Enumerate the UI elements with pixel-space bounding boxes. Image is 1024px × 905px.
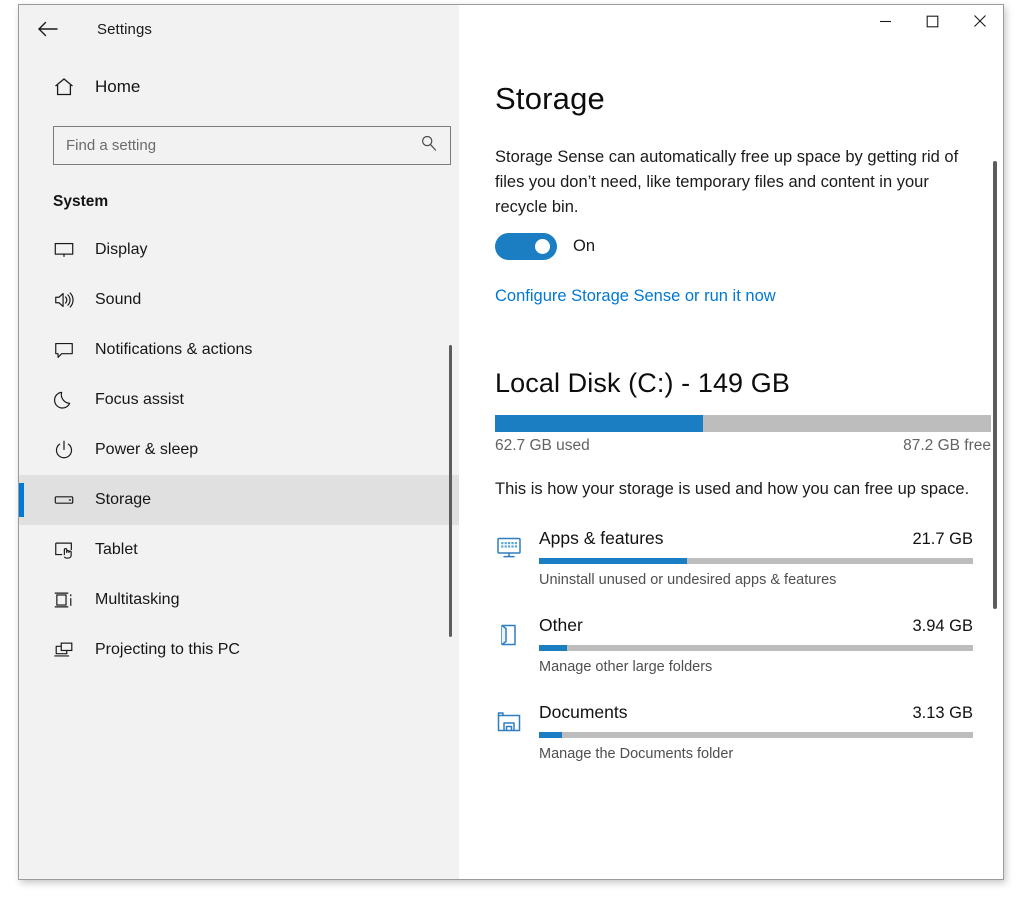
maximize-button[interactable]: [909, 5, 956, 37]
sidebar-item-storage[interactable]: Storage: [19, 475, 459, 525]
documents-folder-icon: [495, 702, 539, 762]
configure-storage-sense-link[interactable]: Configure Storage Sense or run it now: [495, 287, 776, 306]
window-controls: [459, 5, 1003, 53]
sidebar-item-projecting[interactable]: Projecting to this PC: [19, 625, 459, 675]
category-size: 3.13 GB: [912, 704, 973, 722]
category-bar: [539, 645, 973, 651]
category-bar: [539, 732, 973, 738]
sidebar-item-label: Display: [95, 241, 148, 258]
search-input[interactable]: [54, 126, 408, 165]
storage-category-row[interactable]: Other 3.94 GB Manage other large folders: [495, 615, 1003, 675]
window-body: Home System: [19, 53, 1003, 879]
storage-category-row[interactable]: Apps & features 21.7 GB Uninstall unused…: [495, 528, 1003, 588]
sidebar-item-focus-assist[interactable]: Focus assist: [19, 375, 459, 425]
chat-bubble-icon: [53, 339, 87, 361]
power-icon: [53, 439, 87, 461]
sidebar-item-label: Storage: [95, 491, 152, 508]
category-bar-fill: [539, 645, 568, 651]
sidebar-item-power-sleep[interactable]: Power & sleep: [19, 425, 459, 475]
back-arrow-icon[interactable]: [25, 5, 71, 53]
title-bar-left: Settings: [19, 5, 459, 53]
drive-icon: [53, 489, 87, 511]
speaker-icon: [53, 289, 87, 311]
category-bar: [539, 558, 973, 564]
multitasking-icon: [53, 589, 87, 611]
category-name: Documents: [539, 702, 628, 722]
moon-icon: [53, 389, 87, 411]
storage-sense-toggle[interactable]: [495, 233, 557, 260]
title-bar: Settings: [19, 5, 1003, 53]
storage-category-list: Apps & features 21.7 GB Uninstall unused…: [495, 528, 1003, 762]
toggle-knob: [535, 239, 550, 254]
category-name: Apps & features: [539, 528, 664, 548]
category-bar-fill: [539, 558, 687, 564]
sidebar-item-label: Projecting to this PC: [95, 641, 240, 658]
apps-monitor-icon: [495, 528, 539, 588]
tablet-touch-icon: [53, 539, 87, 561]
main-scrollbar[interactable]: [993, 161, 997, 609]
local-disk-title: Local Disk (C:) - 149 GB: [495, 368, 790, 398]
sidebar-item-label: Tablet: [95, 541, 138, 558]
sidebar-item-multitasking[interactable]: Multitasking: [19, 575, 459, 625]
storage-sense-toggle-row: On: [495, 233, 1003, 260]
sidebar-home-label: Home: [95, 77, 141, 96]
page-title: Storage: [495, 81, 605, 116]
sidebar-item-notifications[interactable]: Notifications & actions: [19, 325, 459, 375]
category-size: 3.94 GB: [912, 617, 973, 635]
category-subtitle: Manage the Documents folder: [539, 746, 734, 762]
sidebar-item-display[interactable]: Display: [19, 225, 459, 275]
category-size: 21.7 GB: [912, 530, 973, 548]
window-title: Settings: [97, 20, 152, 38]
minimize-button[interactable]: [862, 5, 909, 37]
disk-usage-fill: [495, 415, 704, 432]
sidebar-item-sound[interactable]: Sound: [19, 275, 459, 325]
disk-usage-bar: [495, 415, 991, 432]
sidebar-item-label: Power & sleep: [95, 441, 199, 458]
category-subtitle: Uninstall unused or undesired apps & fea…: [539, 572, 837, 588]
category-name: Other: [539, 615, 583, 635]
main-content: Storage Storage Sense can automatically …: [459, 53, 1003, 879]
sidebar: Home System: [19, 53, 459, 879]
sidebar-item-tablet[interactable]: Tablet: [19, 525, 459, 575]
sidebar-item-label: Focus assist: [95, 391, 184, 408]
disk-usage-legend: 62.7 GB used 87.2 GB free: [495, 437, 991, 455]
projecting-icon: [53, 639, 87, 661]
sidebar-item-label: Sound: [95, 291, 142, 308]
sidebar-item-home[interactable]: Home: [19, 65, 459, 109]
category-bar-fill: [539, 732, 562, 738]
sidebar-nav-list: Display Sound Notifications & actions Fo…: [19, 225, 459, 675]
disk-used-label: 62.7 GB used: [495, 437, 590, 454]
sidebar-scrollbar[interactable]: [449, 345, 452, 637]
search-icon[interactable]: [420, 134, 438, 157]
disk-note: This is how your storage is used and how…: [495, 480, 970, 498]
sidebar-section-title: System: [53, 193, 109, 210]
search-box[interactable]: [53, 126, 451, 165]
storage-category-row[interactable]: Documents 3.13 GB Manage the Documents f…: [495, 702, 1003, 762]
close-button[interactable]: [956, 5, 1003, 37]
monitor-icon: [53, 239, 87, 261]
settings-window: Settings Home Find a setting System Disp…: [18, 4, 1004, 880]
storage-sense-toggle-label: On: [573, 237, 596, 255]
home-icon: [53, 76, 87, 98]
sidebar-item-label: Multitasking: [95, 591, 180, 608]
page-fold-icon: [495, 615, 539, 675]
sidebar-item-label: Notifications & actions: [95, 341, 253, 358]
storage-sense-description: Storage Sense can automatically free up …: [495, 148, 959, 216]
disk-free-label: 87.2 GB free: [903, 437, 991, 454]
category-subtitle: Manage other large folders: [539, 659, 713, 675]
